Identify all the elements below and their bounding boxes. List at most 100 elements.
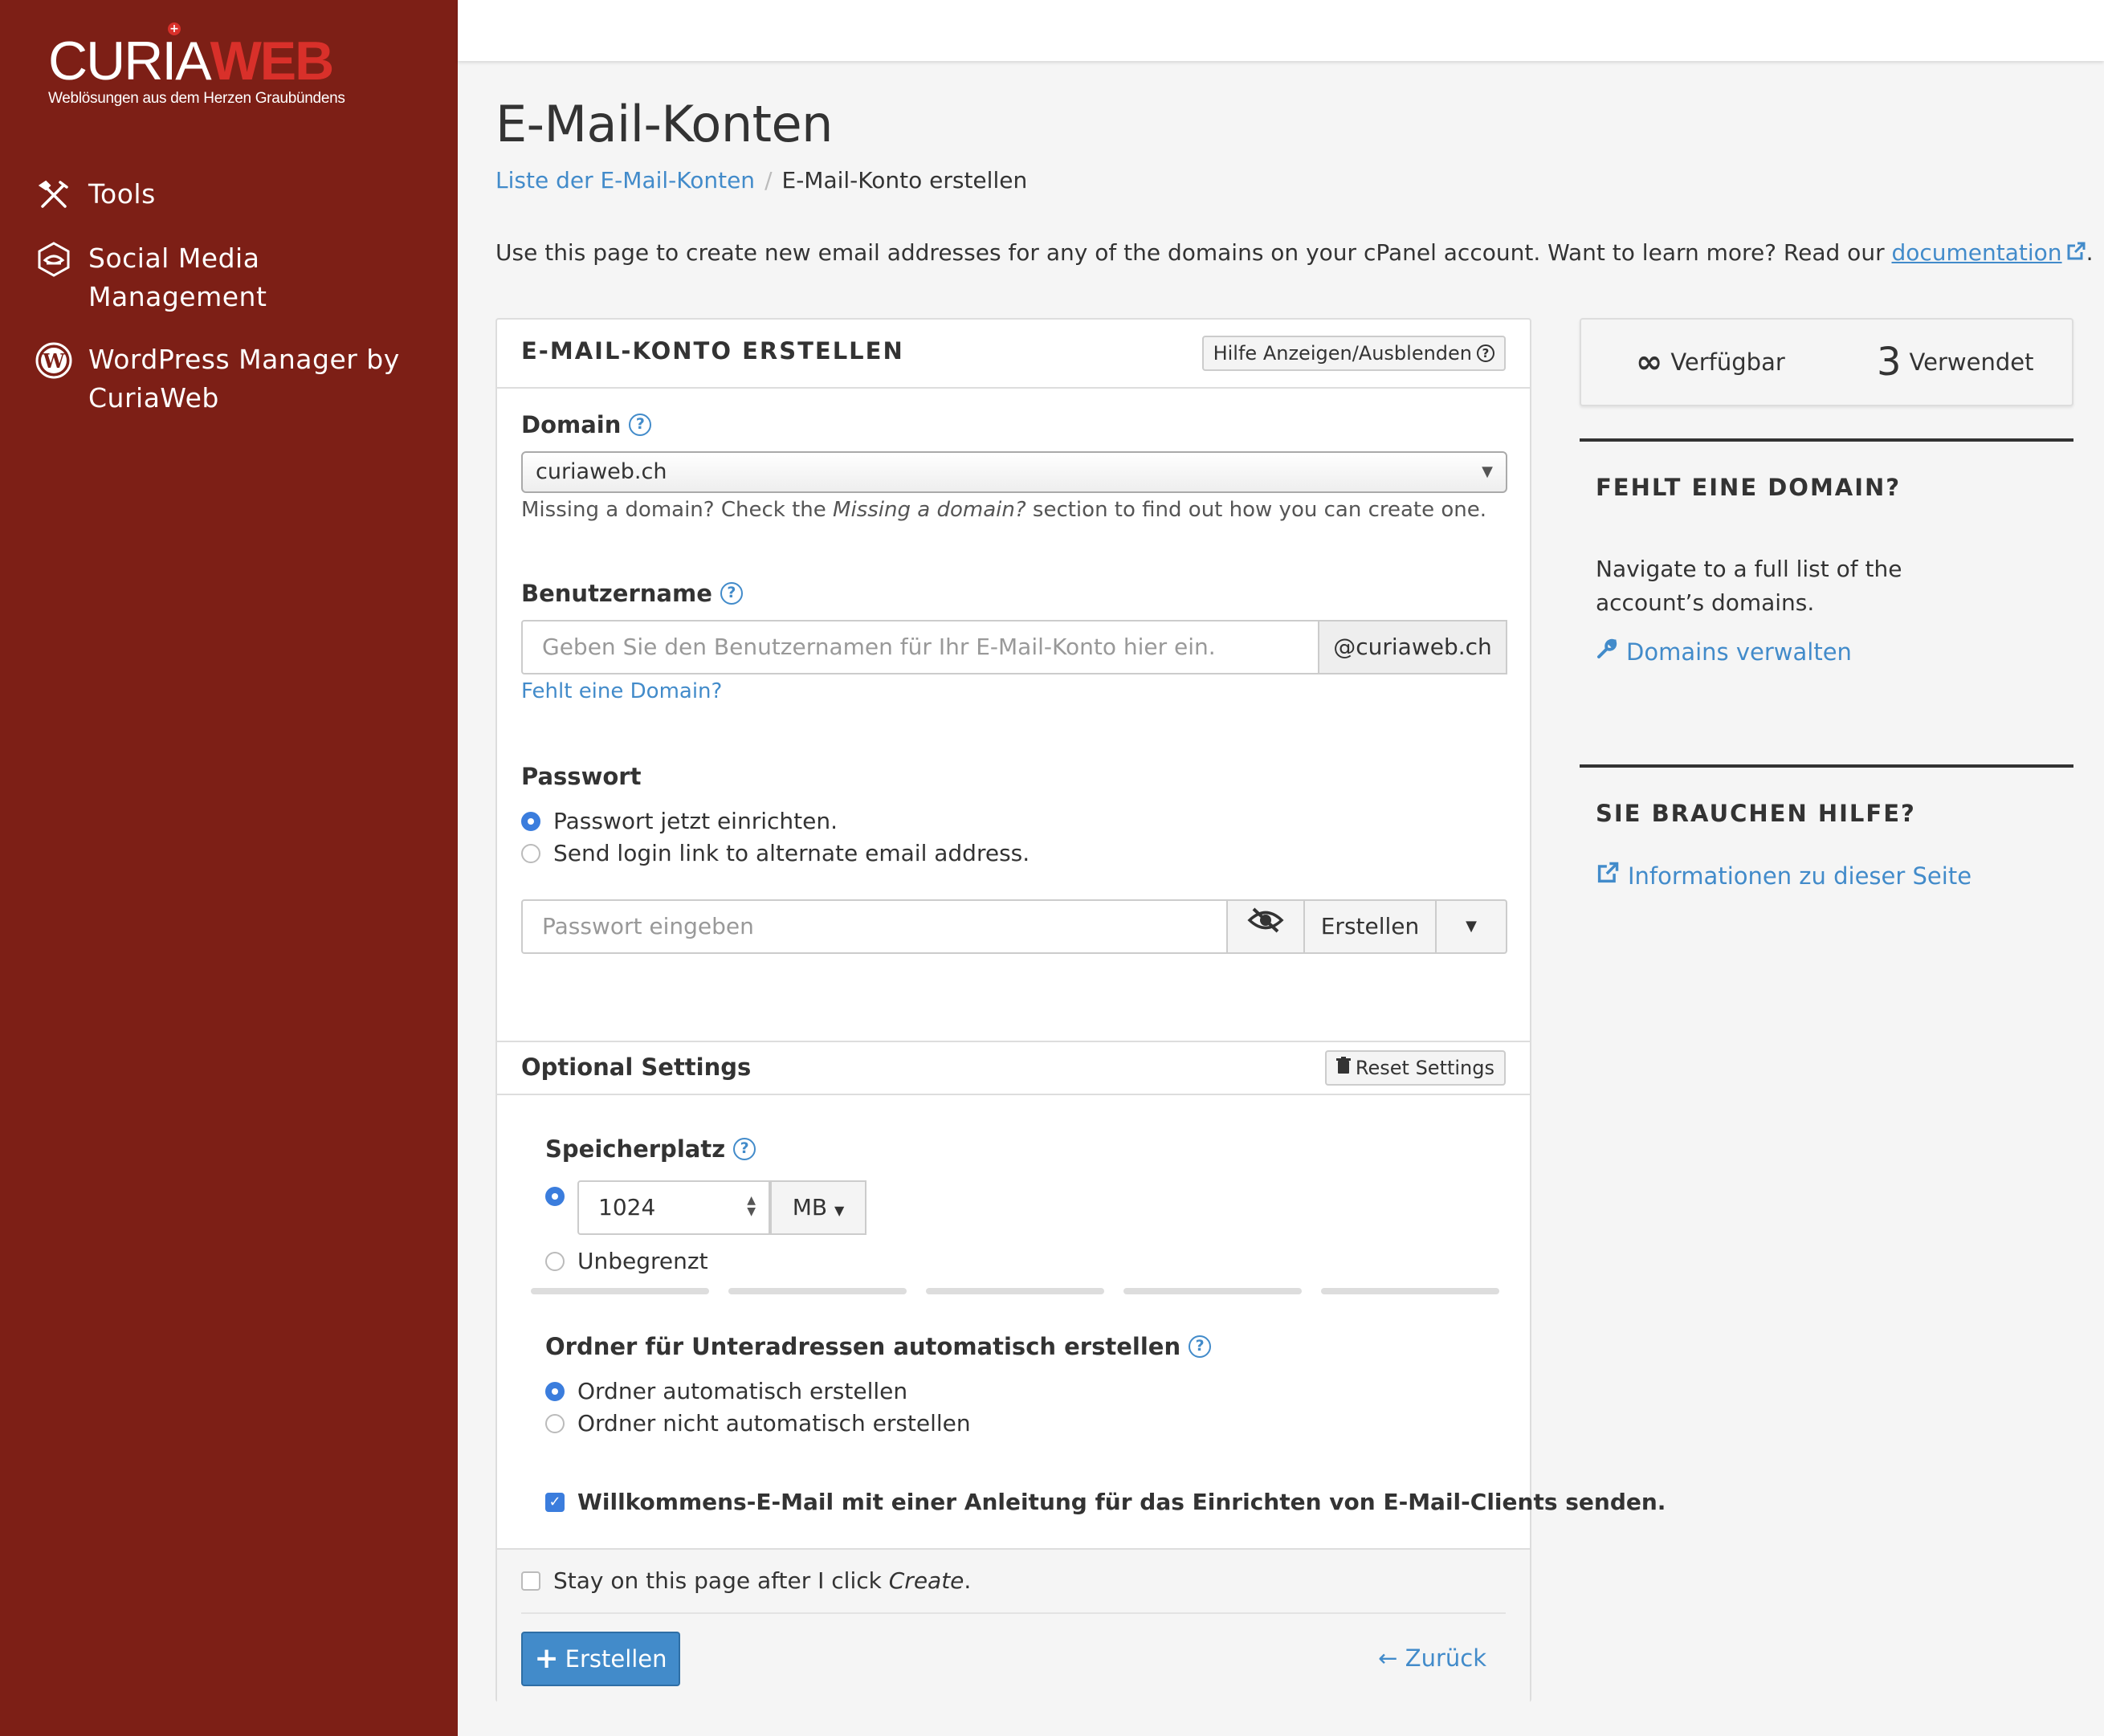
question-circle-icon: ? — [1477, 344, 1494, 362]
help-icon[interactable]: ? — [629, 414, 652, 436]
generate-password-button[interactable]: Erstellen — [1305, 899, 1437, 954]
caret-down-icon: ▼ — [834, 1203, 845, 1218]
stat-used: 3 Verwendet — [1877, 320, 2033, 405]
stay-on-page-checkbox[interactable] — [521, 1571, 540, 1591]
page-title: E-Mail-Konten — [495, 95, 833, 153]
radio-button[interactable] — [545, 1251, 565, 1271]
help-icon[interactable]: ? — [720, 582, 743, 605]
caret-down-icon: ▼ — [1466, 918, 1477, 935]
stat-available: ∞ Verfügbar — [1636, 320, 1785, 405]
stat-available-label: Verfügbar — [1670, 348, 1785, 376]
storage-quota-value: 1024 — [598, 1194, 656, 1220]
arrow-left-icon: ← — [1378, 1644, 1398, 1672]
radio-label: Ordner automatisch erstellen — [577, 1378, 908, 1404]
help-section: SIE BRAUCHEN HILFE? Informationen zu die… — [1580, 764, 2073, 925]
manage-domains-link[interactable]: Domains verwalten — [1596, 638, 1852, 666]
missing-domain-title: FEHLT EINE DOMAIN? — [1596, 474, 1902, 501]
help-icon[interactable]: ? — [733, 1138, 756, 1160]
eye-slash-icon — [1247, 901, 1284, 952]
username-input-group: Geben Sie den Benutzernamen für Ihr E-Ma… — [521, 620, 1507, 674]
form-footer: Stay on this page after I click Create. … — [497, 1548, 1530, 1702]
password-strength-segment — [531, 1288, 709, 1294]
sidebar: + CURIAWEB Weblösungen aus dem Herzen Gr… — [0, 0, 458, 1736]
logo-tagline: Weblösungen aus dem Herzen Graubündens — [48, 90, 345, 107]
storage-unit-dropdown[interactable]: MB ▼ — [770, 1180, 866, 1235]
account-stats: ∞ Verfügbar 3 Verwendet — [1580, 318, 2073, 406]
logo-text-web: WEB — [210, 31, 335, 92]
curiaweb-logo[interactable]: + CURIAWEB Weblösungen aus dem Herzen Gr… — [48, 22, 353, 112]
password-strength-segment — [926, 1288, 1104, 1294]
external-link-icon — [1596, 861, 1620, 890]
password-strength-segment — [1321, 1288, 1499, 1294]
stat-used-label: Verwendet — [1909, 348, 2034, 376]
radio-button[interactable] — [545, 1381, 565, 1401]
intro-body: Use this page to create new email addres… — [495, 239, 1885, 266]
password-strength-segment — [1123, 1288, 1302, 1294]
generate-options-dropdown[interactable]: ▼ — [1437, 899, 1507, 954]
wrench-icon — [1596, 638, 1618, 666]
radio-no-auto-create-folders[interactable]: Ordner nicht automatisch erstellen — [545, 1410, 971, 1436]
radio-set-password-now[interactable]: Passwort jetzt einrichten. — [521, 808, 838, 834]
radio-button[interactable] — [521, 811, 540, 831]
missing-domain-link[interactable]: Fehlt eine Domain? — [521, 679, 722, 703]
caret-down-icon: ▼ — [1482, 463, 1493, 480]
reset-settings-button[interactable]: Reset Settings — [1324, 1050, 1506, 1086]
svg-text:W: W — [43, 349, 66, 373]
breadcrumb-link-list[interactable]: Liste der E-Mail-Konten — [495, 167, 755, 194]
radio-button[interactable] — [521, 843, 540, 863]
plus-icon: + — [534, 1642, 559, 1675]
domain-select-value: curiaweb.ch — [536, 459, 667, 484]
domain-label: Domain ? — [521, 411, 652, 438]
radio-storage-limited[interactable] — [545, 1187, 565, 1206]
sidebar-item-wordpress[interactable]: W WordPress Manager by CuriaWeb — [34, 340, 426, 418]
sidebar-item-tools[interactable]: Tools — [34, 175, 426, 215]
documentation-link[interactable]: documentation — [1891, 239, 2061, 266]
domain-suffix-addon: @curiaweb.ch — [1319, 620, 1507, 674]
stat-used-count: 3 — [1877, 340, 1902, 385]
breadcrumb-separator: / — [765, 167, 773, 194]
welcome-email-checkbox-row[interactable]: ✓ Willkommens-E-Mail mit einer Anleitung … — [545, 1489, 1666, 1515]
sidebar-item-social-media[interactable]: Social Media Management — [34, 239, 426, 316]
wordpress-icon: W — [34, 340, 74, 381]
stay-on-page-checkbox-row[interactable]: Stay on this page after I click Create. — [521, 1567, 971, 1594]
radio-storage-unlimited[interactable]: Unbegrenzt — [545, 1248, 708, 1274]
password-input[interactable]: Passwort eingeben — [521, 899, 1228, 954]
password-label: Passwort — [521, 763, 641, 790]
help-icon[interactable]: ? — [1189, 1335, 1212, 1358]
logo-text-curia: CURIA — [48, 31, 212, 92]
intro-text: Use this page to create new email addres… — [495, 239, 2093, 267]
welcome-email-checkbox[interactable]: ✓ — [545, 1492, 565, 1512]
breadcrumb: Liste der E-Mail-Konten / E-Mail-Konto ers… — [495, 167, 1027, 194]
password-strength-segment — [728, 1288, 907, 1294]
sidebar-item-label: Social Media Management — [88, 242, 267, 312]
password-label-text: Passwort — [521, 763, 642, 790]
storage-label-text: Speicherplatz — [545, 1135, 726, 1163]
checkbox-label: Stay on this page after I click — [553, 1567, 889, 1594]
trash-icon — [1335, 1057, 1351, 1079]
radio-auto-create-folders[interactable]: Ordner automatisch erstellen — [545, 1378, 907, 1404]
help-title: SIE BRAUCHEN HILFE? — [1596, 800, 1916, 827]
sidebar-item-label: WordPress Manager by CuriaWeb — [88, 344, 400, 414]
username-input[interactable]: Geben Sie den Benutzernamen für Ihr E-Ma… — [521, 620, 1319, 674]
page-info-link[interactable]: Informationen zu dieser Seite — [1596, 861, 1971, 890]
number-spinner-icon[interactable]: ▲ ▼ — [747, 1195, 756, 1217]
manage-domains-label: Domains verwalten — [1626, 638, 1852, 666]
optional-settings-title: Optional Settings — [521, 1053, 751, 1081]
username-label-text: Benutzername — [521, 580, 712, 607]
radio-label: Passwort jetzt einrichten. — [553, 808, 838, 834]
checkbox-label: Willkommens-E-Mail mit einer Anleitung f… — [577, 1489, 1666, 1515]
top-bar — [458, 0, 2104, 61]
storage-quota-input[interactable]: 1024 ▲ ▼ — [577, 1180, 770, 1235]
radio-send-login-link[interactable]: Send login link to alternate email addre… — [521, 840, 1030, 866]
create-account-button[interactable]: + Erstellen — [521, 1632, 680, 1686]
subaddress-label: Ordner für Unteradressen automatisch ers… — [545, 1333, 1212, 1360]
create-account-panel: E-MAIL-KONTO ERSTELLEN Hilfe Anzeigen/Au… — [495, 318, 1666, 1702]
domain-select[interactable]: curiaweb.ch ▼ — [521, 451, 1507, 493]
domain-help-prefix: Missing a domain? Check the — [521, 498, 834, 522]
panel-title: E-MAIL-KONTO ERSTELLEN — [521, 337, 904, 365]
toggle-password-visibility-button[interactable] — [1228, 899, 1305, 954]
optional-settings-title-text: Optional Settings — [521, 1053, 752, 1081]
help-toggle-button[interactable]: Hilfe Anzeigen/Ausblenden ? — [1201, 336, 1506, 371]
radio-button[interactable] — [545, 1413, 565, 1433]
back-link[interactable]: ← Zurück — [1378, 1644, 1486, 1672]
